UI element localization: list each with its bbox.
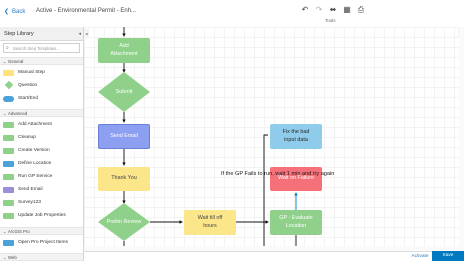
- top-bar: ❮ Back Active - Environmental Permit - E…: [0, 0, 464, 28]
- define-location-swatch-icon: [3, 161, 14, 167]
- bottom-bar: [84, 251, 464, 262]
- question-swatch-icon: [4, 80, 14, 90]
- update-job-properties-swatch-icon: [3, 213, 14, 219]
- sidebar-item-run-gp-service[interactable]: Run GP Service: [3, 171, 81, 183]
- group-web[interactable]: ⌄ Web: [0, 253, 83, 261]
- undo-icon[interactable]: ↶: [299, 4, 311, 16]
- back-arrow-icon: ❮: [4, 9, 10, 15]
- failure-annotation: If the GP Fails to run, wait 1 min and t…: [221, 171, 335, 177]
- sidebar-item-start-end[interactable]: Start/End: [3, 93, 81, 105]
- node-prelim-review-label: Prelim Review: [106, 219, 142, 225]
- workflow-canvas[interactable]: Add Attachment Submit Send Email Thank Y…: [84, 27, 464, 251]
- sidebar-item-send-email[interactable]: Send Email: [3, 184, 81, 196]
- group-advanced[interactable]: ⌄ Advanced: [0, 109, 83, 117]
- fit-view-icon[interactable]: ⬌: [327, 4, 339, 16]
- collapse-icon[interactable]: ◂: [78, 27, 81, 41]
- search-input[interactable]: ⌕ Search Step Templates...: [3, 43, 80, 53]
- tools-label: Tools: [325, 18, 336, 23]
- node-send-email[interactable]: Send Email: [98, 124, 150, 149]
- sidebar-item-question[interactable]: Question: [3, 80, 81, 92]
- back-label: Back: [12, 8, 26, 15]
- run-gp-service-swatch-icon: [3, 174, 14, 180]
- redo-icon[interactable]: ↷: [313, 4, 325, 16]
- node-submit-label: Submit: [115, 89, 133, 95]
- sidebar-item-cleanup[interactable]: Cleanup: [3, 132, 81, 144]
- create-version-swatch-icon: [3, 148, 14, 154]
- node-add-attachment[interactable]: Add Attachment: [98, 38, 150, 63]
- print-icon[interactable]: ⎙: [355, 4, 367, 16]
- chevron-down-icon: ⌄: [3, 59, 7, 64]
- activate-button[interactable]: Activate: [408, 252, 432, 261]
- start-end-swatch-icon: [3, 96, 14, 102]
- sidebar-item-open-pro-project-items[interactable]: Open Pro Project Items: [3, 237, 81, 249]
- node-gp-evaluate-location[interactable]: GP - Evaluate Location: [270, 210, 322, 235]
- cleanup-swatch-icon: [3, 135, 14, 141]
- node-thank-you[interactable]: Thank You: [98, 167, 150, 191]
- grid-icon[interactable]: ▦: [341, 4, 353, 16]
- sidebar-item-survey123[interactable]: Survey123: [3, 197, 81, 209]
- sidebar-item-create-version[interactable]: Create Version: [3, 145, 81, 157]
- group-arcgis-pro[interactable]: ⌄ ArcGIS Pro: [0, 227, 83, 235]
- tools-group: ↶ ↷ ⬌ ▦ ⎙ Tools: [296, 4, 366, 24]
- step-library-title: Step Library: [4, 31, 34, 37]
- node-fix-bad-input-data[interactable]: Fix the bad input data: [270, 124, 322, 149]
- node-submit[interactable]: Submit: [98, 72, 150, 112]
- manual-step-swatch-icon: [3, 70, 14, 76]
- node-wait-till-off-hours[interactable]: Wait till off hours: [184, 210, 236, 235]
- diagram-nodes: Add Attachment Submit Send Email Thank Y…: [84, 27, 464, 251]
- add-attachment-swatch-icon: [3, 122, 14, 128]
- send-email-swatch-icon: [3, 187, 14, 193]
- sidebar-item-add-attachment[interactable]: Add Attachment: [3, 119, 81, 131]
- step-library-header: Step Library ◂: [0, 27, 83, 41]
- step-library-panel: Step Library ◂ ⌕ Search Step Templates..…: [0, 27, 84, 261]
- back-button[interactable]: ❮ Back: [4, 8, 26, 16]
- node-prelim-review[interactable]: Prelim Review: [98, 203, 150, 241]
- group-general[interactable]: ⌄ General: [0, 57, 83, 65]
- sidebar-item-manual-step[interactable]: Manual Step: [3, 67, 81, 79]
- search-placeholder: Search Step Templates...: [13, 46, 60, 51]
- search-icon: ⌕: [6, 45, 9, 51]
- chevron-down-icon: ⌄: [3, 111, 7, 116]
- sidebar-item-define-location[interactable]: Define Location: [3, 158, 81, 170]
- open-pro-project-items-swatch-icon: [3, 240, 14, 246]
- vertical-scrollbar[interactable]: [459, 27, 464, 251]
- page-title: Active - Environmental Permit - Enh...: [36, 8, 137, 14]
- sidebar-item-update-job-properties[interactable]: Update Job Properties: [3, 210, 81, 222]
- chevron-down-icon: ⌄: [3, 229, 7, 234]
- survey123-swatch-icon: [3, 200, 14, 206]
- expand-left-icon[interactable]: ◂: [84, 29, 89, 38]
- save-button[interactable]: Save: [432, 251, 464, 261]
